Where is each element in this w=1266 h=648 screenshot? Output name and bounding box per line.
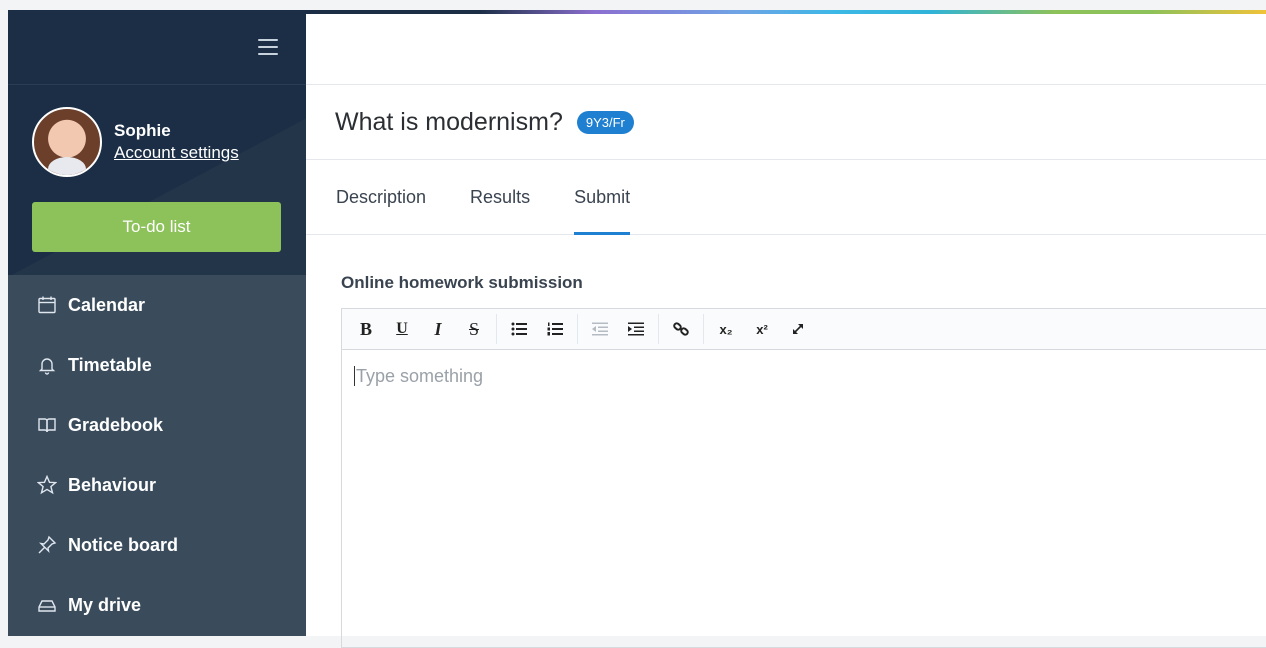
drive-icon bbox=[36, 594, 58, 616]
page-title: What is modernism? bbox=[335, 107, 563, 136]
sidebar: Sophie Account settings To-do list Calen… bbox=[8, 10, 306, 636]
toolbar-divider bbox=[577, 314, 578, 344]
toolbar-divider bbox=[496, 314, 497, 344]
superscript-button[interactable]: x² bbox=[744, 314, 780, 344]
sidebar-item-timetable[interactable]: Timetable bbox=[8, 335, 306, 395]
bullet-list-button[interactable] bbox=[501, 314, 537, 344]
toolbar-divider bbox=[703, 314, 704, 344]
book-icon bbox=[36, 414, 58, 436]
link-icon bbox=[673, 322, 689, 336]
class-badge: 9Y3/Fr bbox=[576, 110, 634, 134]
sidebar-item-label: Timetable bbox=[68, 354, 152, 375]
bell-icon bbox=[36, 354, 58, 376]
calendar-icon bbox=[36, 294, 58, 316]
tab-results[interactable]: Results bbox=[470, 160, 530, 234]
tab-bar: Description Results Submit bbox=[306, 160, 1266, 235]
tab-submit[interactable]: Submit bbox=[574, 160, 631, 235]
sidebar-item-notice-board[interactable]: Notice board bbox=[8, 515, 306, 575]
star-icon bbox=[36, 474, 58, 496]
link-button[interactable] bbox=[663, 314, 699, 344]
bold-button[interactable]: B bbox=[348, 314, 384, 344]
underline-button[interactable]: U bbox=[384, 314, 420, 344]
italic-button[interactable]: I bbox=[420, 314, 456, 344]
todo-list-button[interactable]: To-do list bbox=[32, 202, 281, 252]
toolbar-divider bbox=[658, 314, 659, 344]
numbered-list-icon bbox=[547, 322, 563, 336]
editor-placeholder: Type something bbox=[354, 366, 484, 386]
sidebar-item-label: Notice board bbox=[68, 534, 179, 555]
app-window: Sophie Account settings To-do list Calen… bbox=[8, 10, 1266, 648]
numbered-list-button[interactable] bbox=[537, 314, 573, 344]
title-row: What is modernism? 9Y3/Fr bbox=[306, 85, 1266, 160]
sidebar-item-label: Gradebook bbox=[68, 414, 164, 435]
rich-text-editor: B U I S x₂ x² Type something bbox=[341, 308, 1266, 648]
editor-toolbar: B U I S x₂ x² bbox=[342, 309, 1266, 350]
fullscreen-button[interactable] bbox=[780, 314, 816, 344]
expand-icon bbox=[793, 324, 803, 334]
subscript-button[interactable]: x₂ bbox=[708, 314, 744, 344]
sidebar-item-my-drive[interactable]: My drive bbox=[8, 575, 306, 635]
sidebar-item-label: My drive bbox=[68, 594, 142, 615]
indent-button[interactable] bbox=[618, 314, 654, 344]
sidebar-item-label: Calendar bbox=[68, 294, 146, 315]
sidebar-item-behaviour[interactable]: Behaviour bbox=[8, 455, 306, 515]
sidebar-item-label: Behaviour bbox=[68, 474, 157, 495]
bullet-list-icon bbox=[511, 322, 527, 336]
outdent-icon bbox=[592, 322, 608, 336]
profile-panel: Sophie Account settings To-do list bbox=[8, 85, 306, 275]
account-settings-link[interactable]: Account settings bbox=[114, 142, 239, 164]
main-panel: What is modernism? 9Y3/Fr Description Re… bbox=[306, 10, 1266, 648]
section-label: Online homework submission bbox=[341, 273, 583, 292]
tab-description[interactable]: Description bbox=[336, 160, 426, 234]
pin-icon bbox=[36, 534, 58, 556]
submission-content: Online homework submission B U I S x₂ x²… bbox=[306, 235, 1266, 648]
top-color-stripe bbox=[306, 10, 1266, 14]
editor-text-area[interactable]: Type something bbox=[342, 350, 1266, 403]
indent-icon bbox=[628, 322, 644, 336]
avatar[interactable] bbox=[32, 107, 102, 177]
user-name: Sophie bbox=[114, 121, 171, 140]
strikethrough-button[interactable]: S bbox=[456, 314, 492, 344]
sidebar-header bbox=[8, 10, 306, 85]
menu-icon[interactable] bbox=[258, 39, 278, 55]
sidebar-item-gradebook[interactable]: Gradebook bbox=[8, 395, 306, 455]
sidebar-item-calendar[interactable]: Calendar bbox=[8, 275, 306, 335]
sidebar-nav: Calendar Timetable Gradebook Behaviour N… bbox=[8, 275, 306, 636]
top-bar bbox=[306, 10, 1266, 85]
outdent-button[interactable] bbox=[582, 314, 618, 344]
